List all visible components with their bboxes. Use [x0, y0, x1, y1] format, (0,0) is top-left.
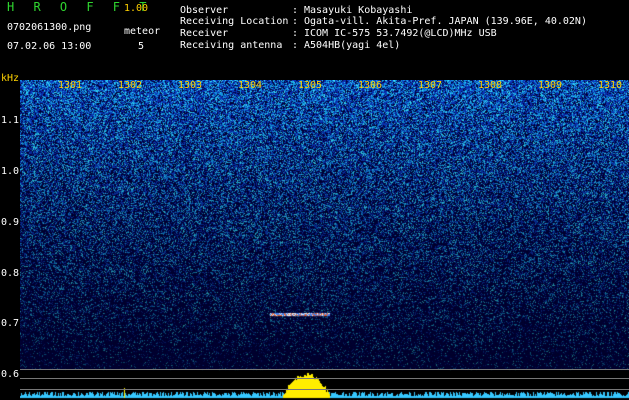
y-tick-label: 0.6 [1, 368, 20, 380]
y-tick-label: 1.1 [1, 115, 20, 127]
meteor-label: meteor [124, 26, 161, 37]
location-value: Ogata-vill. Akita-Pref. JAPAN (139.96E, … [304, 16, 587, 27]
antenna-colon: : [292, 40, 299, 51]
antenna-value: A504HB(yagi 4el) [304, 40, 401, 51]
receiver-value: ICOM IC-575 53.7492(@LCD)MHz USB [304, 28, 497, 39]
x-tick-label: 1304 [238, 80, 263, 91]
x-tick-label: 1308 [478, 80, 503, 91]
observer-value: Masayuki Kobayashi [304, 5, 413, 16]
location-colon: : [292, 16, 299, 27]
x-tick-label: 1303 [178, 80, 203, 91]
x-tick-label: 1309 [538, 80, 563, 91]
y-axis-unit: kHz [1, 73, 20, 84]
y-tick-label: 1.0 [1, 166, 20, 178]
hroft-window: H R O F F T 1.00 0702061300.png meteor 0… [0, 0, 629, 400]
reference-line [20, 389, 629, 390]
receiver-colon: : [292, 28, 299, 39]
antenna-label: Receiving antenna [180, 40, 283, 51]
y-tick-label: 0.9 [1, 216, 20, 228]
x-tick-label: 1306 [358, 80, 383, 91]
timestamp: 07.02.06 13:00 [7, 41, 92, 52]
x-tick-label: 1302 [118, 80, 143, 91]
observer-colon: : [292, 5, 299, 16]
x-tick-label: 1305 [298, 80, 323, 91]
x-tick-label: 1310 [598, 80, 623, 91]
spectrogram-panel [0, 70, 629, 400]
y-tick-label: 0.7 [1, 318, 20, 330]
app-version: 1.00 [124, 3, 149, 14]
meteor-count: 5 [138, 41, 145, 52]
waterfall-canvas [20, 80, 629, 400]
reference-line [20, 378, 629, 379]
reference-line [20, 369, 629, 370]
receiver-label: Receiver [180, 28, 229, 39]
x-tick-label: 1301 [58, 80, 83, 91]
observer-label: Observer [180, 5, 229, 16]
file-name: 0702061300.png [7, 22, 92, 33]
y-tick-label: 0.8 [1, 267, 20, 279]
location-label: Receiving Location [180, 16, 289, 27]
x-tick-label: 1307 [418, 80, 443, 91]
